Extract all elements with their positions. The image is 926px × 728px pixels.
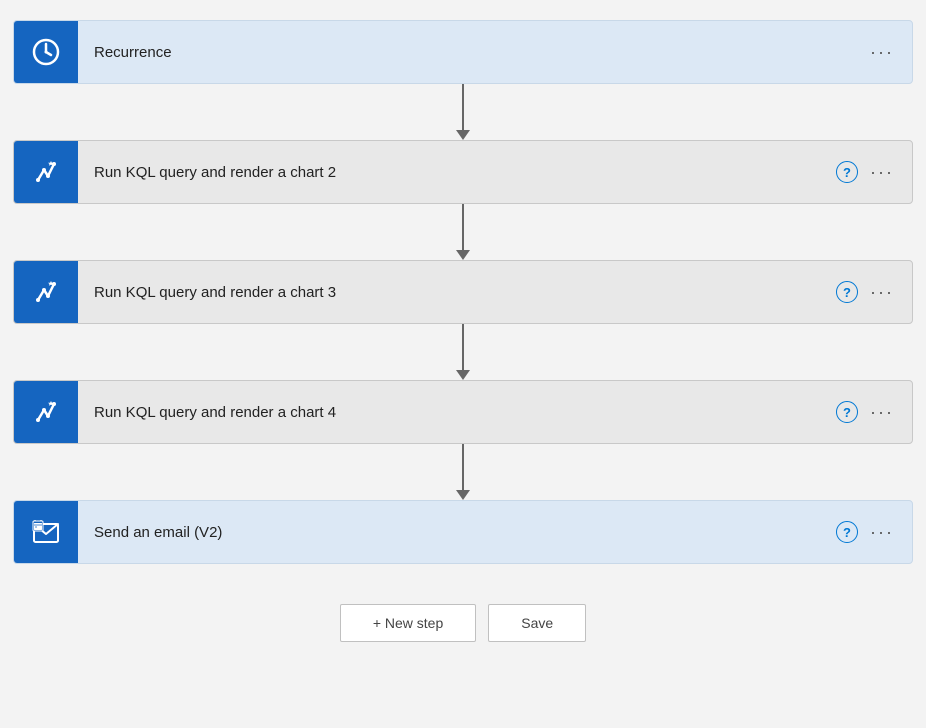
bottom-actions: + New step Save [340,604,586,642]
arrow-4 [456,444,470,500]
email-icon-bg [14,500,78,564]
kql3-help-button[interactable]: ? [836,281,858,303]
step-kql4[interactable]: Run KQL query and render a chart 4 ? ··· [13,380,913,444]
step-recurrence[interactable]: Recurrence ··· [13,20,913,84]
kql4-more-button[interactable]: ··· [868,398,896,427]
step-kql3[interactable]: Run KQL query and render a chart 3 ? ··· [13,260,913,324]
kql2-actions: ? ··· [836,158,912,187]
step-kql2[interactable]: Run KQL query and render a chart 2 ? ··· [13,140,913,204]
step-label-kql2: Run KQL query and render a chart 2 [78,164,836,181]
arrow-2 [456,204,470,260]
email-icon [30,516,62,548]
kql3-icon-bg [14,260,78,324]
kql-icon-4 [30,396,62,428]
step-label-recurrence: Recurrence [78,44,868,61]
kql2-more-button[interactable]: ··· [868,158,896,187]
clock-icon [30,36,62,68]
kql4-actions: ? ··· [836,398,912,427]
kql3-actions: ? ··· [836,278,912,307]
kql-icon-2 [30,156,62,188]
arrow-head-2 [456,250,470,260]
kql2-icon-bg [14,140,78,204]
kql4-help-button[interactable]: ? [836,401,858,423]
kql-icon-3 [30,276,62,308]
arrow-1 [456,84,470,140]
arrow-head-1 [456,130,470,140]
kql2-help-button[interactable]: ? [836,161,858,183]
arrow-head-3 [456,370,470,380]
save-button[interactable]: Save [488,604,586,642]
arrow-3 [456,324,470,380]
flow-container: Recurrence ··· Run KQL query [13,20,913,642]
email-more-button[interactable]: ··· [868,518,896,547]
step-label-kql3: Run KQL query and render a chart 3 [78,284,836,301]
step-label-email: Send an email (V2) [78,524,836,541]
arrow-head-4 [456,490,470,500]
kql4-icon-bg [14,380,78,444]
new-step-button[interactable]: + New step [340,604,476,642]
step-email[interactable]: Send an email (V2) ? ··· [13,500,913,564]
recurrence-icon-bg [14,20,78,84]
email-help-button[interactable]: ? [836,521,858,543]
email-actions: ? ··· [836,518,912,547]
recurrence-actions: ··· [868,38,912,67]
recurrence-more-button[interactable]: ··· [868,38,896,67]
step-label-kql4: Run KQL query and render a chart 4 [78,404,836,421]
kql3-more-button[interactable]: ··· [868,278,896,307]
